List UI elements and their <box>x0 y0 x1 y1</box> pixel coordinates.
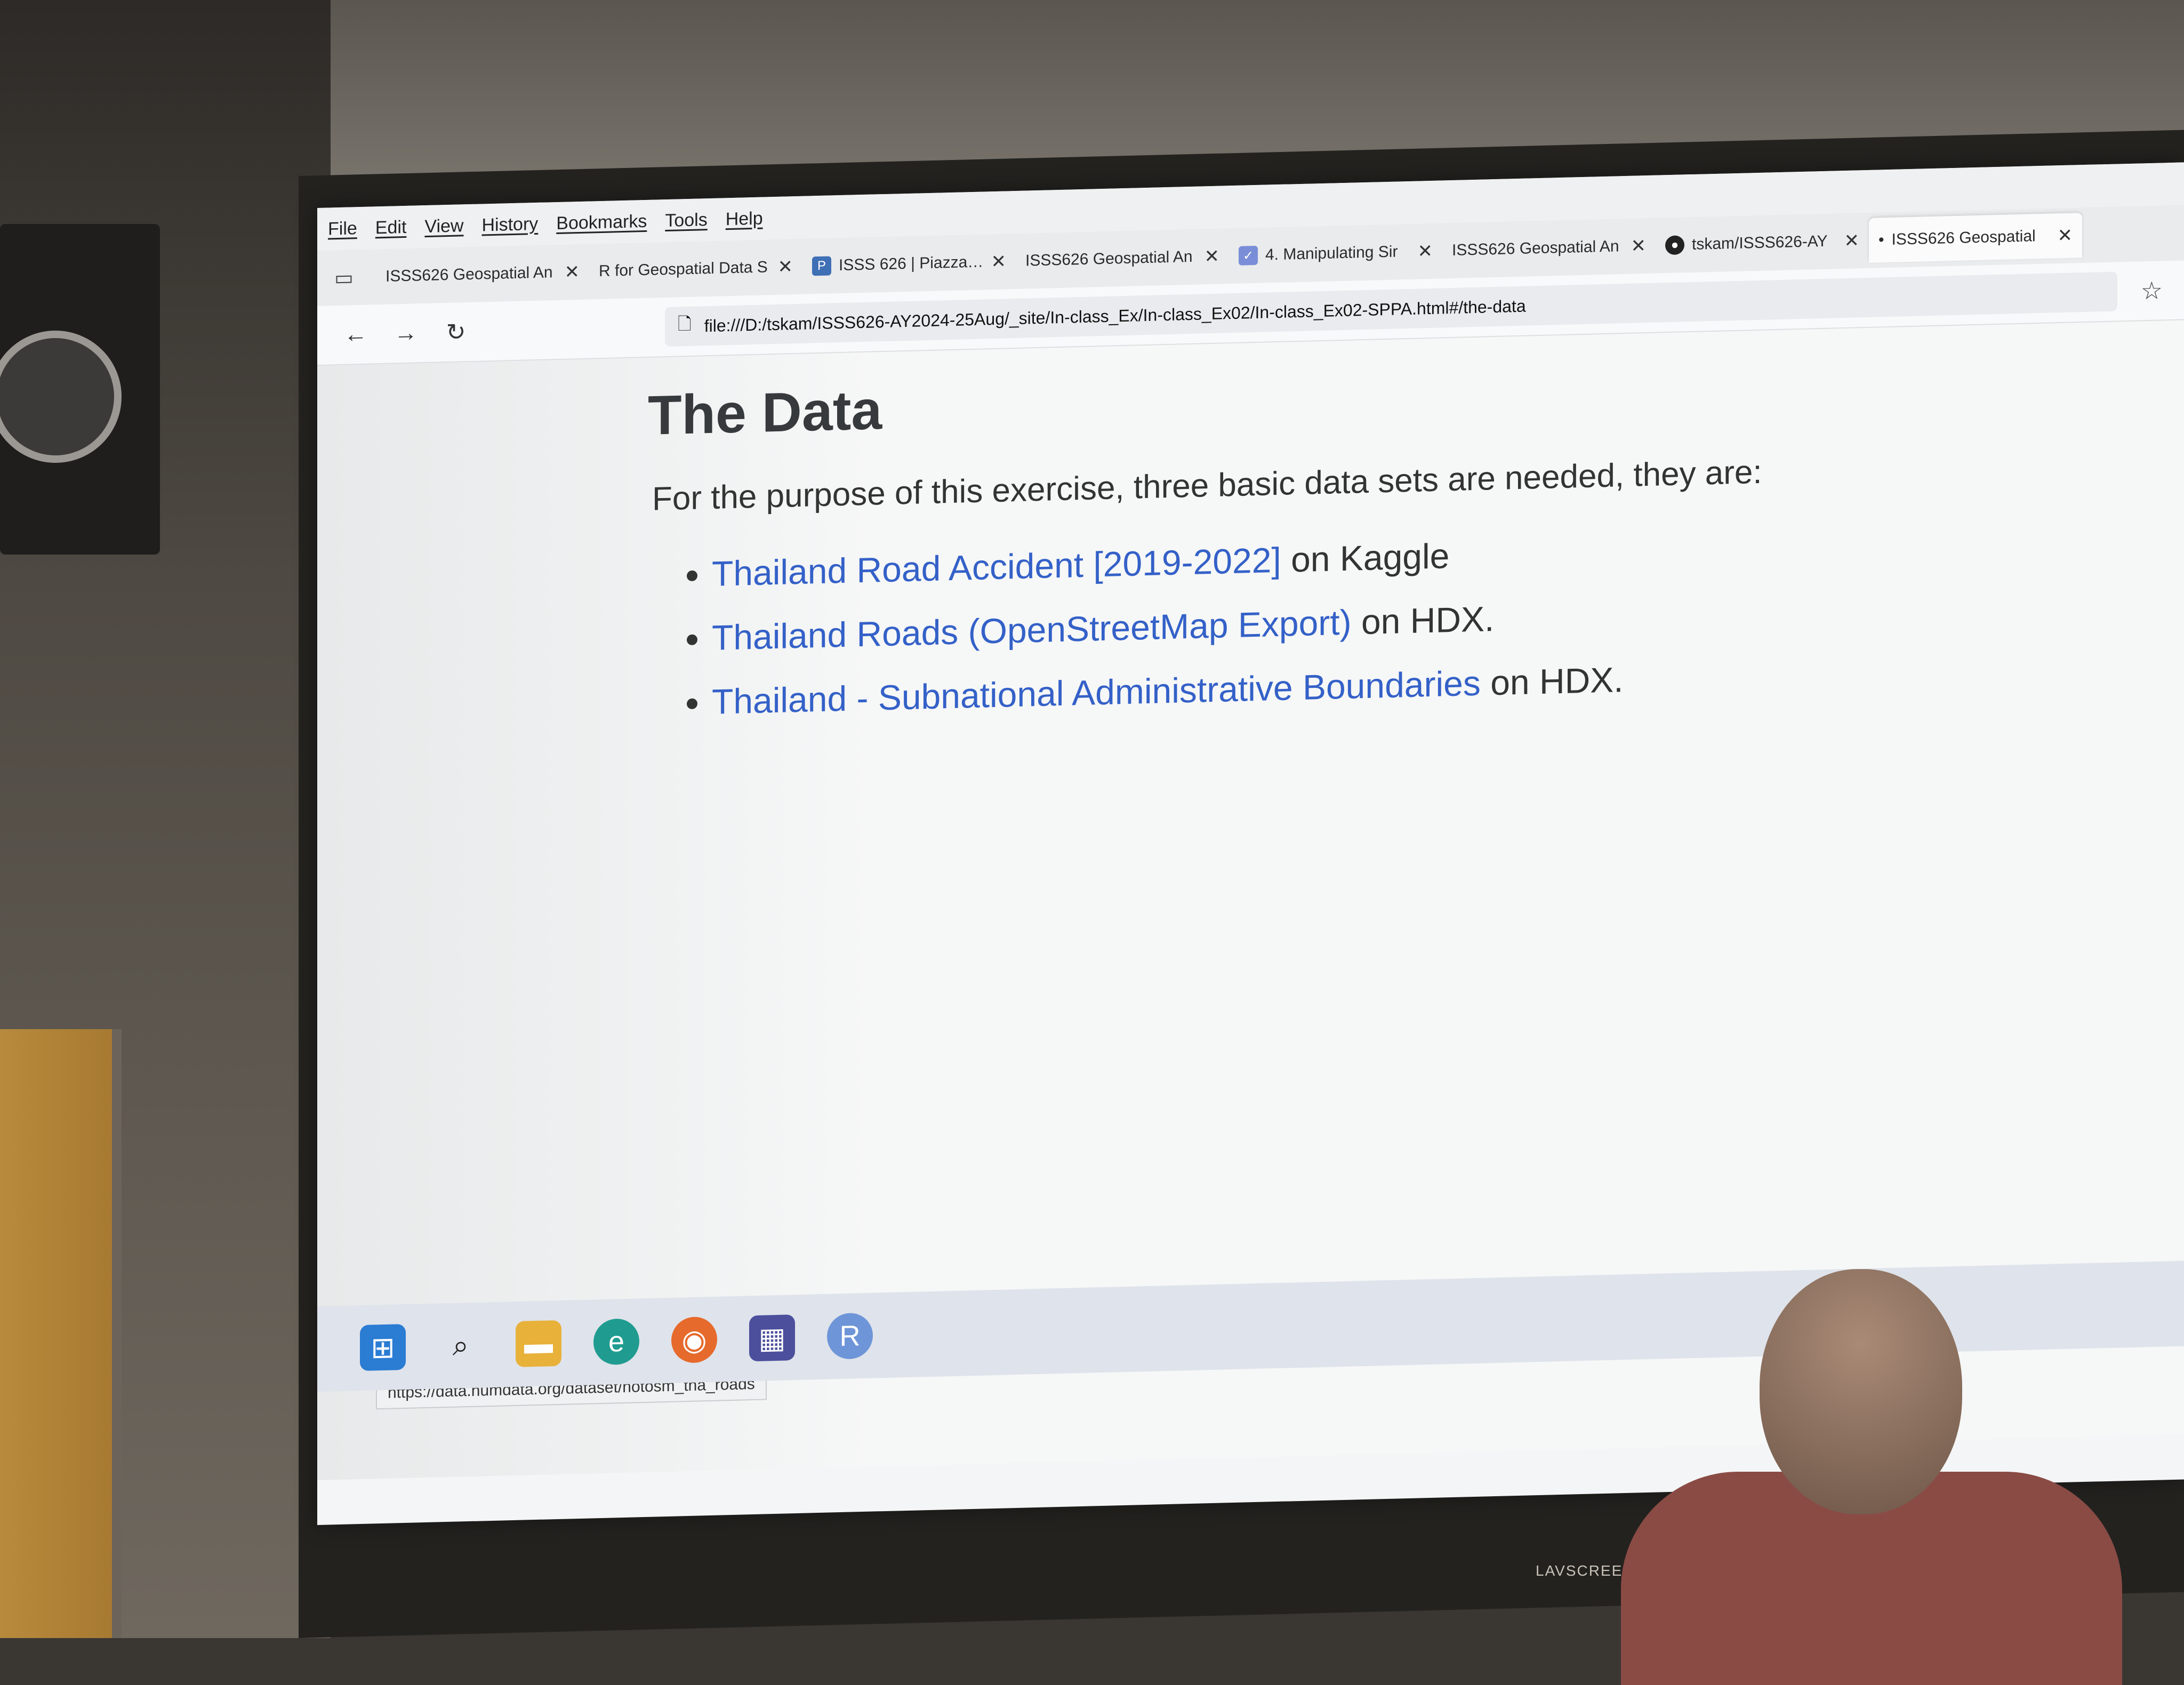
tab-5[interactable]: ✓ 4. Manipulating Sir ✕ <box>1229 228 1442 278</box>
r-icon[interactable]: R <box>827 1312 873 1360</box>
menu-edit[interactable]: Edit <box>375 216 407 238</box>
tab-4[interactable]: ISSS626 Geospatial An ✕ <box>1016 234 1229 284</box>
menu-help[interactable]: Help <box>726 208 763 230</box>
tab-label: 4. Manipulating Sir <box>1265 243 1398 264</box>
close-icon[interactable]: ✕ <box>2058 225 2073 247</box>
speaker-cone <box>0 331 122 463</box>
tab-6[interactable]: ISSS626 Geospatial An ✕ <box>1442 223 1656 274</box>
close-icon[interactable]: ✕ <box>778 256 793 278</box>
speaker <box>0 224 160 555</box>
tab-1[interactable]: ISSS626 Geospatial An ✕ <box>376 250 589 300</box>
tab-label: ISSS626 Geospatial <box>1891 227 2036 248</box>
menu-bookmarks[interactable]: Bookmarks <box>556 211 647 234</box>
list-item: Thailand - Subnational Administrative Bo… <box>712 659 1624 722</box>
kaggle-dataset-link[interactable]: Thailand Road Accident [2019-2022] <box>712 540 1281 593</box>
presenter <box>1621 1269 2122 1685</box>
search-icon[interactable]: ⌕ <box>438 1322 484 1369</box>
menu-file[interactable]: File <box>328 218 357 239</box>
close-icon[interactable]: ✕ <box>1418 240 1433 262</box>
menu-history[interactable]: History <box>481 213 538 236</box>
back-arrow-icon[interactable]: ← <box>339 317 373 352</box>
osm-roads-dataset-link[interactable]: Thailand Roads (OpenStreetMap Export) <box>712 603 1352 657</box>
close-icon[interactable]: ✕ <box>1205 246 1220 268</box>
tab-label: R for Geospatial Data S <box>599 258 768 280</box>
tab-label: tskam/ISSS626-AY <box>1692 232 1828 253</box>
store-icon[interactable]: ▦ <box>749 1314 795 1362</box>
menu-view[interactable]: View <box>424 215 463 237</box>
github-icon: ● <box>1665 235 1684 255</box>
close-icon[interactable]: ✕ <box>1631 235 1647 257</box>
close-icon[interactable]: ✕ <box>991 251 1007 272</box>
tab-2[interactable]: R for Geospatial Data S ✕ <box>589 244 802 294</box>
edge-icon[interactable]: e <box>593 1318 639 1366</box>
tab-label: ISSS626 Geospatial An <box>386 263 553 285</box>
url-text: file:///D:/tskam/ISSS626-AY2024-25Aug/_s… <box>704 296 1526 335</box>
forward-arrow-icon[interactable]: → <box>389 316 423 351</box>
firefox-icon[interactable]: ◉ <box>671 1316 717 1363</box>
tab-label: ISSS626 Geospatial An <box>1025 247 1193 270</box>
tab-label: ISSS626 Geospatial An <box>1452 237 1619 259</box>
tab-7[interactable]: ● tskam/ISSS626-AY ✕ <box>1656 218 1869 268</box>
piazza-icon: P <box>812 256 831 276</box>
book-icon: ✓ <box>1239 245 1258 266</box>
list-item: Thailand Road Accident [2019-2022] on Ka… <box>712 531 1624 594</box>
dataset-list: Thailand Road Accident [2019-2022] on Ka… <box>680 531 1624 746</box>
page-title: The Data <box>648 379 882 447</box>
close-icon[interactable]: ✕ <box>1844 230 1860 252</box>
page-icon: 🗋 <box>678 314 692 334</box>
list-item-suffix: on HDX. <box>1480 660 1624 703</box>
tab-label: ISSS 626 | Piazza Q <box>839 253 984 275</box>
bookmark-star-icon[interactable]: ☆ <box>2141 276 2163 305</box>
dot-icon: • <box>1878 231 1884 249</box>
intro-text: For the purpose of this exercise, three … <box>652 453 1762 518</box>
projector-brand: LAVSCREEN <box>1536 1562 1635 1579</box>
menu-tools[interactable]: Tools <box>665 210 707 231</box>
list-item-suffix: on Kaggle <box>1281 536 1450 580</box>
list-item: Thailand Roads (OpenStreetMap Export) on… <box>712 595 1624 658</box>
tab-3[interactable]: P ISSS 626 | Piazza Q ✕ <box>802 239 1016 289</box>
list-item-suffix: on HDX. <box>1351 599 1495 642</box>
door <box>0 1029 122 1638</box>
file-explorer-icon[interactable]: ▬ <box>516 1320 561 1367</box>
windows-start-icon[interactable]: ⊞ <box>360 1323 406 1371</box>
presenter-head <box>1760 1269 1962 1514</box>
close-icon[interactable]: ✕ <box>565 261 580 283</box>
tab-8-active[interactable]: • ISSS626 Geospatial ✕ <box>1869 213 2082 263</box>
admin-boundaries-dataset-link[interactable]: Thailand - Subnational Administrative Bo… <box>712 663 1481 721</box>
reload-icon[interactable]: ↻ <box>439 315 473 350</box>
tab-list-icon[interactable]: ▭ <box>328 261 360 294</box>
